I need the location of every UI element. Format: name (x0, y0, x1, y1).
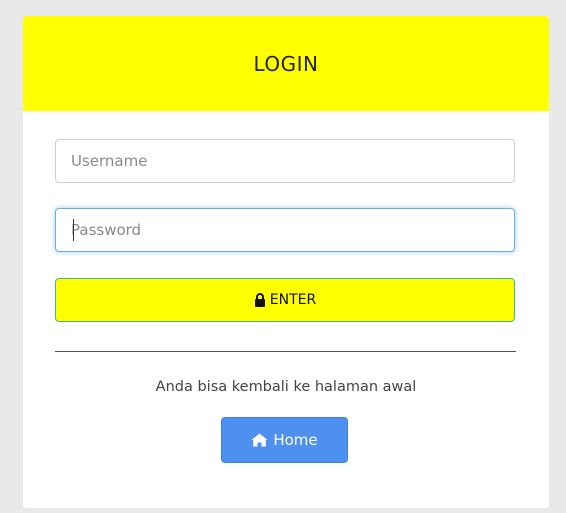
enter-button[interactable]: ENTER (55, 278, 515, 322)
lock-icon (254, 293, 265, 307)
home-button-label: Home (273, 431, 318, 449)
home-icon (251, 433, 268, 447)
text-cursor (73, 219, 74, 241)
home-button[interactable]: Home (221, 417, 348, 463)
username-input[interactable] (55, 139, 515, 183)
password-input[interactable] (55, 208, 515, 252)
back-info-text: Anda bisa kembali ke halaman awal (155, 379, 417, 395)
enter-button-label: ENTER (269, 292, 317, 308)
login-header: LOGIN (23, 16, 549, 111)
login-card: LOGIN ENTER Anda bisa kembali ke halaman… (23, 16, 549, 508)
divider (55, 351, 516, 352)
login-title: LOGIN (253, 51, 319, 76)
